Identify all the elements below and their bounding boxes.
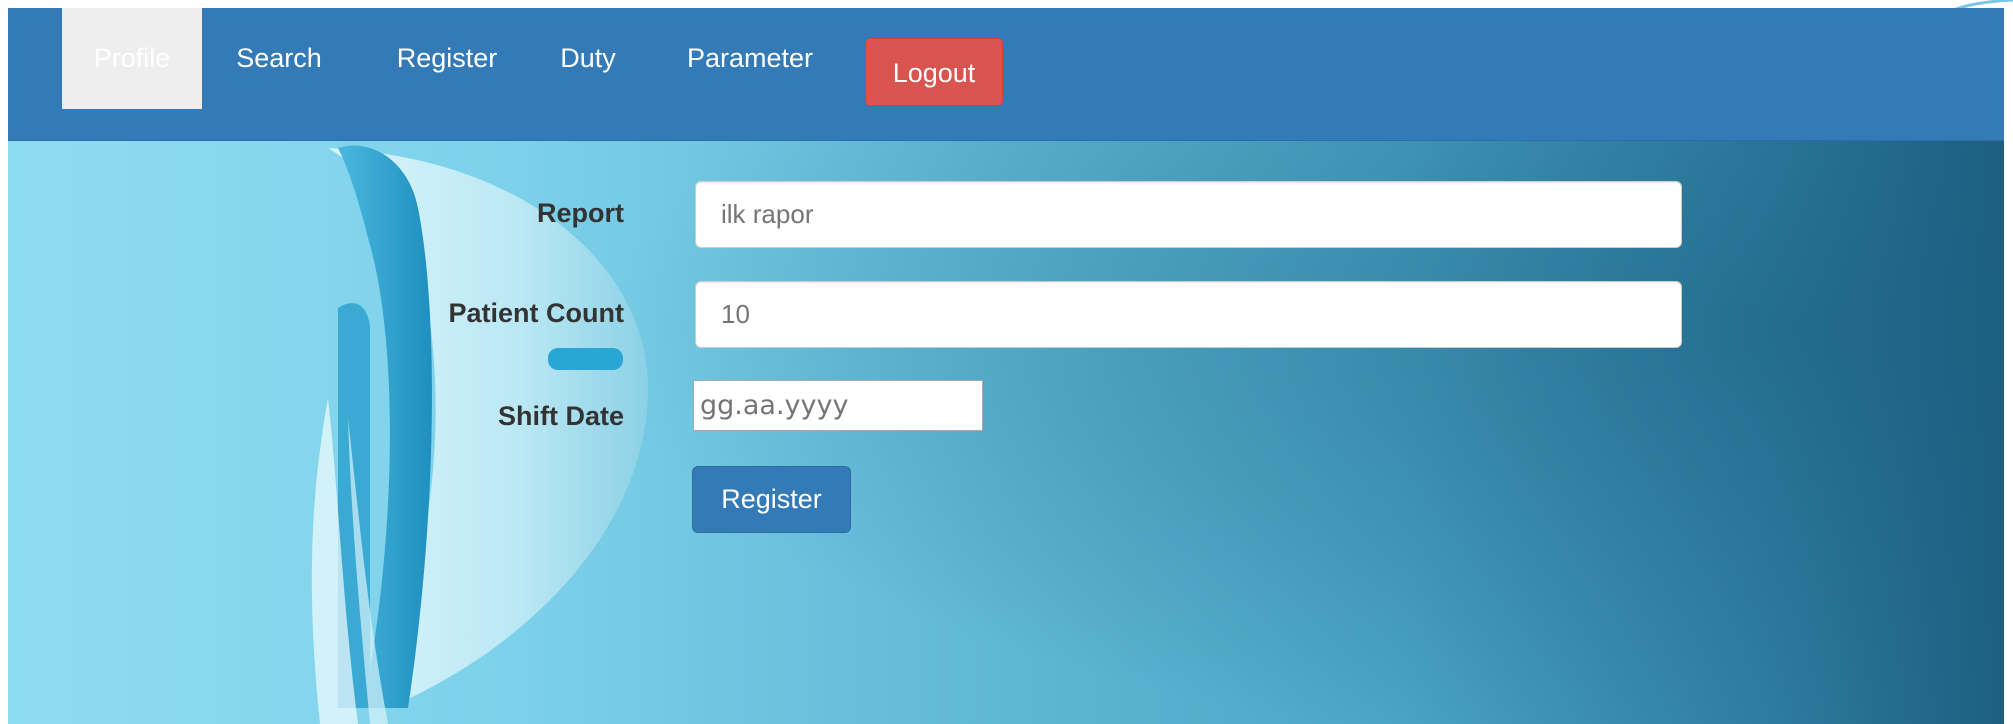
- patient-count-input[interactable]: [695, 281, 1682, 348]
- nav-parameter[interactable]: Parameter: [670, 8, 830, 109]
- report-label: Report: [537, 198, 624, 228]
- top-navbar: Profile Search Register Duty Parameter L…: [8, 8, 2004, 141]
- shift-date-label: Shift Date: [497, 401, 624, 431]
- logout-button[interactable]: Logout: [865, 38, 1003, 106]
- page: Profile Search Register Duty Parameter L…: [0, 0, 2013, 724]
- nav-duty[interactable]: Duty: [548, 8, 628, 109]
- nav-register[interactable]: Register: [382, 8, 512, 109]
- patient-count-label: Patient Count: [448, 298, 625, 328]
- report-input[interactable]: [695, 181, 1682, 248]
- app-window: Profile Search Register Duty Parameter L…: [8, 8, 2004, 724]
- nav-profile[interactable]: Profile: [62, 8, 202, 109]
- shift-date-input[interactable]: [693, 380, 983, 431]
- nav-search[interactable]: Search: [224, 8, 334, 109]
- register-button[interactable]: Register: [692, 466, 851, 533]
